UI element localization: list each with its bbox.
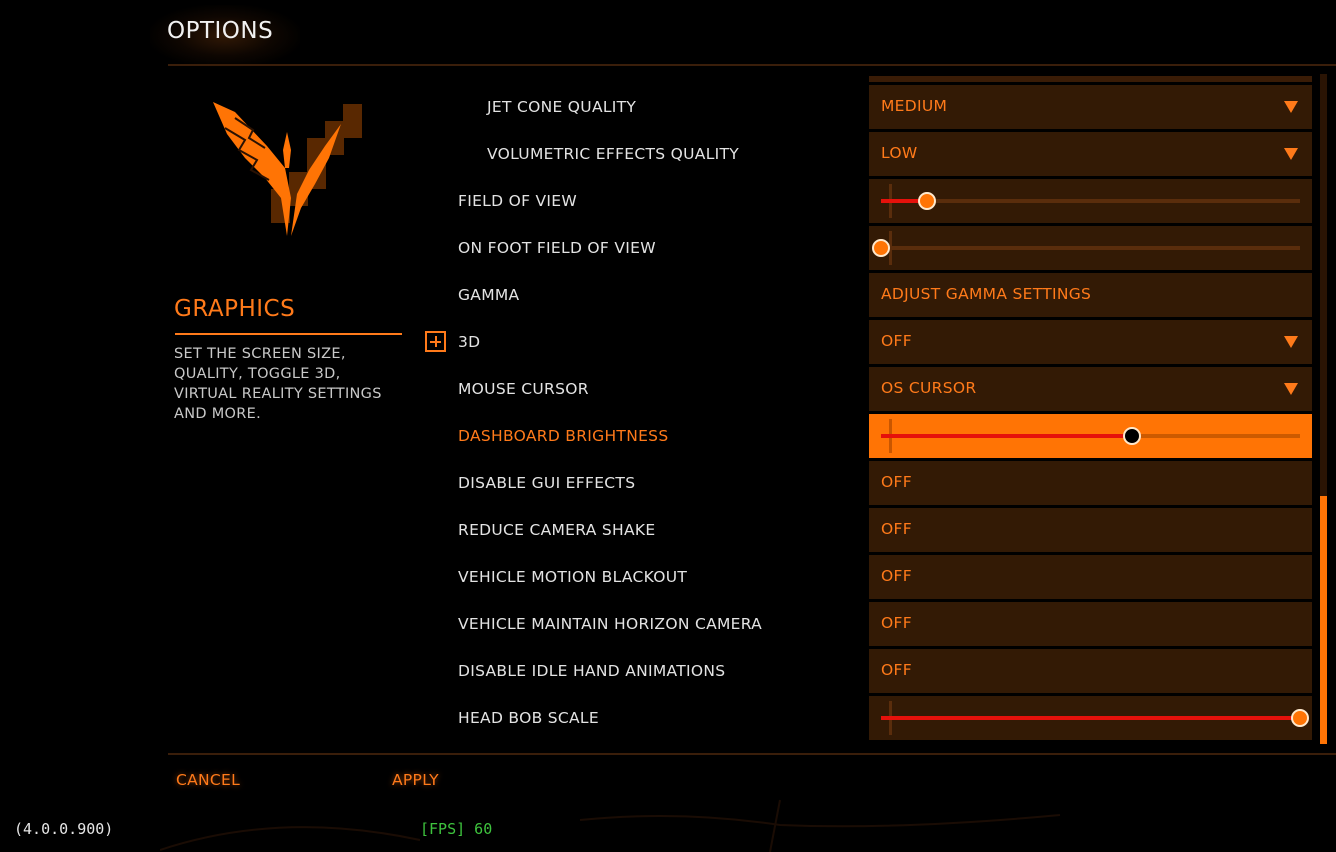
setting-slider[interactable] [869,226,1312,270]
setting-row[interactable]: FIELD OF VIEW [420,179,1315,223]
setting-label: HEAD BOB SCALE [458,709,599,727]
fps-counter: [FPS] 60 [420,820,493,838]
slider-handle[interactable] [1291,709,1309,727]
setting-label: GAMMA [458,286,520,304]
background-ship-silhouette [160,799,1061,852]
setting-row[interactable]: VEHICLE MAINTAIN HORIZON CAMERA OFF [420,602,1315,646]
section-title: GRAPHICS [174,296,296,322]
slider-handle[interactable] [1123,427,1142,445]
setting-label: VEHICLE MAINTAIN HORIZON CAMERA [458,615,763,633]
page-title: OPTIONS [167,18,274,44]
setting-label: REDUCE CAMERA SHAKE [458,521,656,539]
setting-label: DASHBOARD BRIGHTNESS [458,427,669,445]
setting-row[interactable]: REDUCE CAMERA SHAKE OFF [420,508,1315,552]
version-label: (4.0.0.900) [14,820,114,838]
setting-value: OFF [881,614,912,632]
slider-track[interactable] [881,246,1300,250]
slider-control[interactable] [872,226,1300,270]
setting-row[interactable]: VOLUMETRIC EFFECTS QUALITY LOW [420,132,1315,176]
setting-value: OS CURSOR [881,379,977,397]
setting-value: OFF [881,567,912,585]
partially-visible-row [869,76,1312,82]
section-description: SET THE SCREEN SIZE, QUALITY, TOGGLE 3D,… [174,346,382,422]
setting-row[interactable]: JET CONE QUALITY MEDIUM [420,85,1315,129]
setting-label: ON FOOT FIELD OF VIEW [458,239,656,257]
setting-toggle[interactable]: OFF [869,508,1312,552]
slider-control[interactable] [881,414,1300,458]
setting-dropdown[interactable]: OFF [869,320,1312,364]
setting-value: MEDIUM [881,97,948,115]
expand-plus-icon[interactable] [425,331,446,352]
slider-handle[interactable] [872,239,890,257]
settings-list: JET CONE QUALITY MEDIUM VOLUMETRIC EFFECTS… [420,72,1315,746]
setting-label: DISABLE GUI EFFECTS [458,474,636,492]
setting-row[interactable]: HEAD BOB SCALE [420,696,1315,740]
setting-row[interactable]: VEHICLE MOTION BLACKOUT OFF [420,555,1315,599]
slider-track[interactable] [881,199,1300,203]
setting-dropdown[interactable]: OS CURSOR [869,367,1312,411]
setting-slider[interactable] [869,179,1312,223]
scrollbar[interactable] [1320,74,1327,744]
slider-fill [881,716,1300,720]
setting-label: VEHICLE MOTION BLACKOUT [458,568,688,586]
dropdown-arrow-icon[interactable] [1284,383,1298,395]
section-divider [175,333,402,335]
setting-label: DISABLE IDLE HAND ANIMATIONS [458,662,726,680]
setting-dropdown[interactable]: MEDIUM [869,85,1312,129]
elite-dangerous-emblem-icon [213,102,362,236]
setting-row[interactable]: MOUSE CURSOR OS CURSOR [420,367,1315,411]
setting-label: 3D [458,333,481,351]
setting-row[interactable]: 3D OFF [420,320,1315,364]
setting-value: OFF [881,473,912,491]
setting-toggle[interactable]: OFF [869,602,1312,646]
footer-divider [168,753,1336,755]
setting-toggle[interactable]: OFF [869,649,1312,693]
slider-control[interactable] [881,696,1309,740]
setting-row[interactable]: DISABLE IDLE HAND ANIMATIONS OFF [420,649,1315,693]
setting-value: OFF [881,332,912,350]
setting-label: MOUSE CURSOR [458,380,589,398]
setting-toggle[interactable]: OFF [869,461,1312,505]
header-divider [168,64,1336,66]
setting-row[interactable]: DISABLE GUI EFFECTS OFF [420,461,1315,505]
setting-row[interactable]: ON FOOT FIELD OF VIEW [420,226,1315,270]
setting-label: FIELD OF VIEW [458,192,578,210]
slider-fill [881,434,1133,438]
setting-value: OFF [881,661,912,679]
setting-value: ADJUST GAMMA SETTINGS [881,285,1092,303]
setting-slider[interactable] [869,696,1312,740]
setting-button[interactable]: ADJUST GAMMA SETTINGS [869,273,1312,317]
setting-dropdown[interactable]: LOW [869,132,1312,176]
slider-handle[interactable] [918,192,937,210]
dropdown-arrow-icon[interactable] [1284,336,1298,348]
setting-row[interactable]: GAMMA ADJUST GAMMA SETTINGS [420,273,1315,317]
dropdown-arrow-icon[interactable] [1284,101,1298,113]
setting-label: VOLUMETRIC EFFECTS QUALITY [487,145,740,163]
slider-control[interactable] [881,179,1300,223]
setting-row[interactable]: DASHBOARD BRIGHTNESS [420,414,1315,458]
setting-value: LOW [881,144,918,162]
setting-value: OFF [881,520,912,538]
setting-slider[interactable] [869,414,1312,458]
setting-label: JET CONE QUALITY [487,98,637,116]
scrollbar-thumb[interactable] [1320,496,1327,744]
dropdown-arrow-icon[interactable] [1284,148,1298,160]
setting-toggle[interactable]: OFF [869,555,1312,599]
